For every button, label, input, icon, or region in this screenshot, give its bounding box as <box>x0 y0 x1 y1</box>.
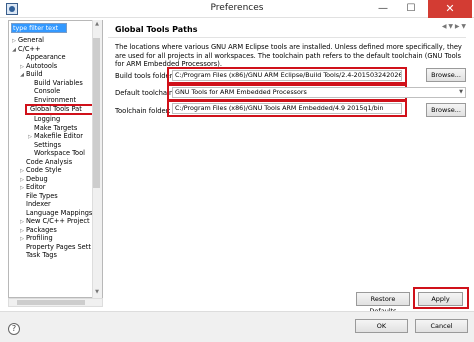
expanded-arrow-icon[interactable]: ◢ <box>18 71 26 80</box>
tree-item-label: Property Pages Sett <box>26 242 91 251</box>
tree-item[interactable]: Logging <box>9 115 95 124</box>
tree-item[interactable]: ▷ General <box>9 36 95 45</box>
tree-item[interactable]: ▷ Packages <box>9 226 95 235</box>
tree-item-label: Indexer <box>26 200 51 208</box>
cancel-button[interactable]: Cancel <box>415 319 468 333</box>
tree-item-label: Build Variables <box>34 78 83 87</box>
chevron-down-icon: ▼ <box>459 89 463 95</box>
build-tools-field[interactable]: C:/Program Files (x86)/GNU ARM Eclipse/B… <box>172 70 402 81</box>
tree-item[interactable]: Code Analysis <box>9 158 95 167</box>
maximize-button[interactable]: ☐ <box>398 0 424 18</box>
tree-item-label: New C/C++ Project <box>26 217 90 225</box>
tree-item-label: General <box>18 36 44 44</box>
tree-item[interactable]: Property Pages Sett <box>9 243 95 252</box>
build-tools-browse-button[interactable]: Browse... <box>426 68 466 82</box>
toolchain-field[interactable]: C:/Program Files (x86)/GNU Tools ARM Emb… <box>172 103 402 114</box>
page-title: Global Tools Paths <box>115 25 198 34</box>
tree-item-label: Workspace Tool <box>34 149 85 157</box>
tree-item[interactable]: ▷ Editor <box>9 183 95 192</box>
tree-item-label: Debug <box>26 174 48 183</box>
tree-scroll-thumb[interactable] <box>93 38 100 188</box>
build-tools-label: Build tools folder: <box>115 72 175 80</box>
preferences-tree: ▷ General ◢ C/C++ Appearance ▷ Autotools ◢ Build… <box>9 36 102 260</box>
horizontal-scroll-thumb[interactable] <box>17 300 85 305</box>
tree-item[interactable]: Task Tags <box>9 251 95 260</box>
tree-item[interactable]: Console <box>9 87 95 96</box>
scroll-down-arrow[interactable]: ▼ <box>92 288 102 296</box>
tree-item[interactable]: ▷ Makefile Editor <box>9 132 95 141</box>
default-toolchain-select[interactable]: GNU Tools for ARM Embedded Processors ▼ <box>172 87 466 98</box>
default-toolchain-value: GNU Tools for ARM Embedded Processors <box>175 88 307 96</box>
tree-item-label: File Types <box>26 191 58 200</box>
apply-button[interactable]: Apply <box>418 292 463 306</box>
tree-item-label: Settings <box>34 140 62 149</box>
tree-item[interactable]: Make Targets <box>9 124 95 133</box>
tree-item[interactable]: Language Mappings <box>9 209 95 218</box>
tree-item[interactable]: ▷ New C/C++ Project <box>9 217 95 226</box>
tree-item[interactable]: ◢ Build <box>9 70 95 79</box>
tree-item-label: Code Style <box>26 166 62 174</box>
preferences-tree-panel: type filter text ▷ General ◢ C/C++ Appearanc… <box>8 20 103 298</box>
tree-item[interactable]: Settings <box>9 141 95 150</box>
tree-item[interactable]: Environment <box>9 96 95 105</box>
tree-item-label: Build <box>26 70 43 78</box>
tree-item-label: Task Tags <box>26 251 57 259</box>
tree-item-label: C/C++ <box>18 44 41 53</box>
tree-item-label: Editor <box>26 183 46 191</box>
scroll-up-arrow[interactable]: ▲ <box>92 20 102 28</box>
close-button[interactable]: ✕ <box>428 0 472 18</box>
restore-defaults-button[interactable]: Restore Defaults <box>356 292 410 315</box>
tree-item-label: Console <box>34 87 61 95</box>
tree-item[interactable]: Workspace Tool <box>9 149 95 158</box>
tree-item[interactable]: ▷ Debug <box>9 175 95 184</box>
tree-item-label: Logging <box>34 115 61 123</box>
tree-item-label: Autotools <box>26 61 58 70</box>
filter-input[interactable]: type filter text <box>11 23 67 33</box>
tree-item[interactable]: ◢ C/C++ <box>9 45 95 54</box>
tree-item[interactable]: File Types <box>9 192 95 201</box>
toolchain-label: Toolchain folder: <box>115 107 171 115</box>
tree-item-label: Appearance <box>26 53 66 61</box>
tree-item[interactable]: Build Variables <box>9 79 95 88</box>
tree-item-label: Packages <box>26 225 57 234</box>
navigation-arrows[interactable]: ◀ ▼ ▶ ▼ <box>416 23 466 35</box>
tree-item-label: Code Analysis <box>26 157 73 166</box>
tree-item[interactable]: Appearance <box>9 53 95 62</box>
description-text: The locations where various GNU ARM Ecli… <box>115 43 462 68</box>
tree-item[interactable]: ▷ Code Style <box>9 166 95 175</box>
expanded-arrow-icon[interactable]: ◢ <box>10 46 18 55</box>
minimize-button[interactable]: — <box>370 0 396 18</box>
tree-item-label: Global Tools Pat <box>30 105 82 113</box>
tree-item[interactable]: ▷ Profiling <box>9 234 95 243</box>
tree-item-label: Make Targets <box>34 123 78 132</box>
tree-item-label: Environment <box>34 95 77 104</box>
toolchain-browse-button[interactable]: Browse... <box>426 103 466 117</box>
tree-item-label: Makefile Editor <box>34 132 84 140</box>
tree-item-label: Language Mappings <box>26 208 93 217</box>
tree-item[interactable]: ▷ Autotools <box>9 62 95 71</box>
tree-item[interactable]: Indexer <box>9 200 95 209</box>
help-icon[interactable]: ? <box>8 323 20 335</box>
ok-button[interactable]: OK <box>355 319 408 333</box>
tree-item-label: Profiling <box>26 234 53 242</box>
